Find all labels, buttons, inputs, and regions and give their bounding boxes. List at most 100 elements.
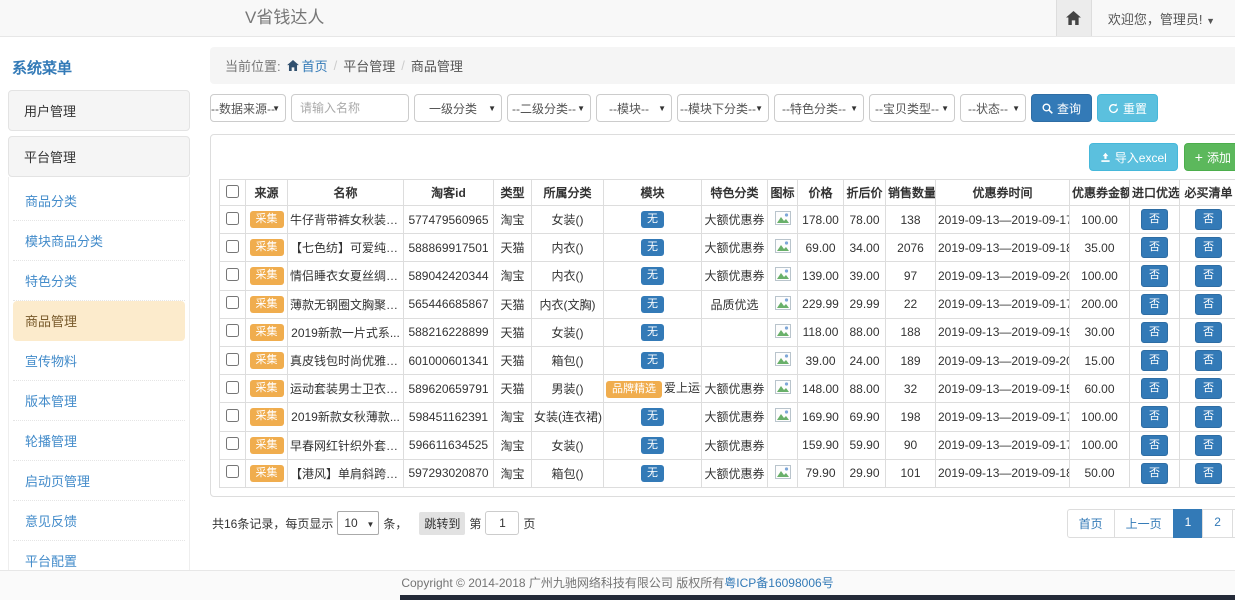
must-buy-toggle[interactable]: 否	[1195, 209, 1222, 230]
page-button-上一页[interactable]: 上一页	[1114, 509, 1174, 538]
sidebar-subitem[interactable]: 宣传物料	[13, 341, 185, 381]
product-thumbnail-icon	[775, 352, 791, 366]
import-select-toggle[interactable]: 否	[1141, 265, 1168, 286]
filter-feature-select[interactable]: --特色分类--▼	[774, 94, 864, 122]
breadcrumb-home-link[interactable]: 首页	[287, 56, 328, 75]
sidebar-subitem[interactable]: 商品分类	[13, 181, 185, 221]
must-buy-toggle[interactable]: 否	[1195, 378, 1222, 399]
sidebar-subitem[interactable]: 启动页管理	[13, 461, 185, 501]
must-buy-cell: 否	[1180, 375, 1235, 403]
coupon-amount: 100.00	[1070, 431, 1130, 459]
import-select-toggle[interactable]: 否	[1141, 294, 1168, 315]
module-cell: 无	[604, 234, 702, 262]
source-cell: 采集	[246, 375, 288, 403]
select-all-checkbox[interactable]	[226, 185, 239, 198]
table-body: 采集 牛仔背带裤女秋装减龄... 577479560965 淘宝 女装() 无 …	[220, 206, 1235, 488]
sidebar-subitem[interactable]: 特色分类	[13, 261, 185, 301]
column-header: 进口优选	[1130, 180, 1180, 206]
home-icon	[1066, 11, 1081, 25]
import-select-toggle[interactable]: 否	[1141, 322, 1168, 343]
sidebar-item-user-management[interactable]: 用户管理	[8, 90, 190, 131]
import-select-toggle[interactable]: 否	[1141, 378, 1168, 399]
sidebar-subitem[interactable]: 版本管理	[13, 381, 185, 421]
coupon-amount: 30.00	[1070, 318, 1130, 346]
product-name: 薄款无钢圈文胸聚拢性...	[288, 290, 404, 318]
filter-item-type-select[interactable]: --宝贝类型--▼	[869, 94, 955, 122]
row-checkbox[interactable]	[226, 324, 239, 337]
bottom-dark-strip	[400, 595, 1235, 600]
table-row: 采集 早春网红针织外套女春... 596611634525 淘宝 女装() 无 …	[220, 431, 1235, 459]
filter-module-sub-select[interactable]: --模块下分类--▼	[677, 94, 769, 122]
import-select-toggle[interactable]: 否	[1141, 237, 1168, 258]
filter-level2-select[interactable]: --二级分类--▼	[507, 94, 591, 122]
import-select-toggle[interactable]: 否	[1141, 350, 1168, 371]
reset-button[interactable]: 重置	[1097, 94, 1158, 122]
row-checkbox[interactable]	[226, 268, 239, 281]
sidebar-item-platform-management[interactable]: 平台管理	[8, 136, 190, 177]
must-buy-toggle[interactable]: 否	[1195, 350, 1222, 371]
must-buy-toggle[interactable]: 否	[1195, 265, 1222, 286]
row-select-cell	[220, 346, 246, 374]
must-buy-toggle[interactable]: 否	[1195, 406, 1222, 427]
import-excel-button[interactable]: 导入excel	[1089, 143, 1178, 171]
filter-level1-select[interactable]: 一级分类▼	[414, 94, 502, 122]
import-select-cell: 否	[1130, 346, 1180, 374]
icp-link[interactable]: 粤ICP备16098006号	[724, 576, 833, 590]
page-size-select[interactable]: 10▼	[337, 511, 379, 535]
row-checkbox[interactable]	[226, 381, 239, 394]
must-buy-toggle[interactable]: 否	[1195, 322, 1222, 343]
icon-cell	[768, 290, 798, 318]
page-button-2[interactable]: 2	[1202, 509, 1233, 538]
sidebar-subitem[interactable]: 商品管理	[13, 301, 185, 341]
filter-module-select[interactable]: --模块--▼	[596, 94, 672, 122]
row-checkbox[interactable]	[226, 296, 239, 309]
import-select-toggle[interactable]: 否	[1141, 435, 1168, 456]
module-badge: 无	[641, 324, 664, 341]
column-header: 类型	[494, 180, 532, 206]
product-type: 淘宝	[494, 206, 532, 234]
must-buy-toggle[interactable]: 否	[1195, 463, 1222, 484]
sidebar-subitem[interactable]: 模块商品分类	[13, 221, 185, 261]
column-header: 来源	[246, 180, 288, 206]
breadcrumb-item-platform[interactable]: 平台管理	[343, 56, 395, 75]
must-buy-toggle[interactable]: 否	[1195, 294, 1222, 315]
filter-source-select[interactable]: --数据来源--▼	[210, 94, 286, 122]
must-buy-cell: 否	[1180, 318, 1235, 346]
jump-page-input[interactable]	[485, 511, 519, 535]
import-select-toggle[interactable]: 否	[1141, 209, 1168, 230]
home-icon	[287, 60, 299, 71]
coupon-amount: 15.00	[1070, 346, 1130, 374]
add-button[interactable]: + 添加	[1184, 143, 1235, 171]
product-name: 【七色纺】可爱纯棉家...	[288, 234, 404, 262]
row-checkbox[interactable]	[226, 437, 239, 450]
must-buy-toggle[interactable]: 否	[1195, 435, 1222, 456]
sidebar-subitem[interactable]: 意见反馈	[13, 501, 185, 541]
must-buy-cell: 否	[1180, 459, 1235, 487]
import-select-toggle[interactable]: 否	[1141, 463, 1168, 484]
product-thumbnail-icon	[775, 324, 791, 338]
page-button-首页[interactable]: 首页	[1067, 509, 1115, 538]
home-button[interactable]	[1056, 0, 1092, 36]
import-select-cell: 否	[1130, 431, 1180, 459]
row-checkbox[interactable]	[226, 353, 239, 366]
coupon-time: 2019-09-13—2019-09-17	[936, 431, 1070, 459]
app-root: V省钱达人 欢迎您，管理员! ▼ 系统菜单 用户管理 平台管理 商品分类模块商品…	[0, 0, 1235, 600]
must-buy-toggle[interactable]: 否	[1195, 237, 1222, 258]
breadcrumb-item-goods[interactable]: 商品管理	[411, 56, 463, 75]
product-category: 箱包()	[532, 459, 604, 487]
taoke-id: 597293020870	[404, 459, 494, 487]
user-menu[interactable]: 欢迎您，管理员! ▼	[1108, 9, 1215, 28]
row-checkbox[interactable]	[226, 212, 239, 225]
page-button-1[interactable]: 1	[1173, 509, 1204, 538]
filter-name-input[interactable]	[291, 94, 409, 122]
filter-bar: --数据来源--▼ 一级分类▼ --二级分类--▼ --模块--▼ --模块下分…	[210, 94, 1235, 122]
filter-status-select[interactable]: --状态--▼	[960, 94, 1026, 122]
sidebar-subitem[interactable]: 轮播管理	[13, 421, 185, 461]
row-checkbox[interactable]	[226, 409, 239, 422]
breadcrumb: 当前位置: 首页 / 平台管理 / 商品管理	[210, 47, 1235, 84]
row-checkbox[interactable]	[226, 240, 239, 253]
row-checkbox[interactable]	[226, 465, 239, 478]
search-button[interactable]: 查询	[1031, 94, 1092, 122]
product-category: 内衣()	[532, 234, 604, 262]
import-select-toggle[interactable]: 否	[1141, 406, 1168, 427]
